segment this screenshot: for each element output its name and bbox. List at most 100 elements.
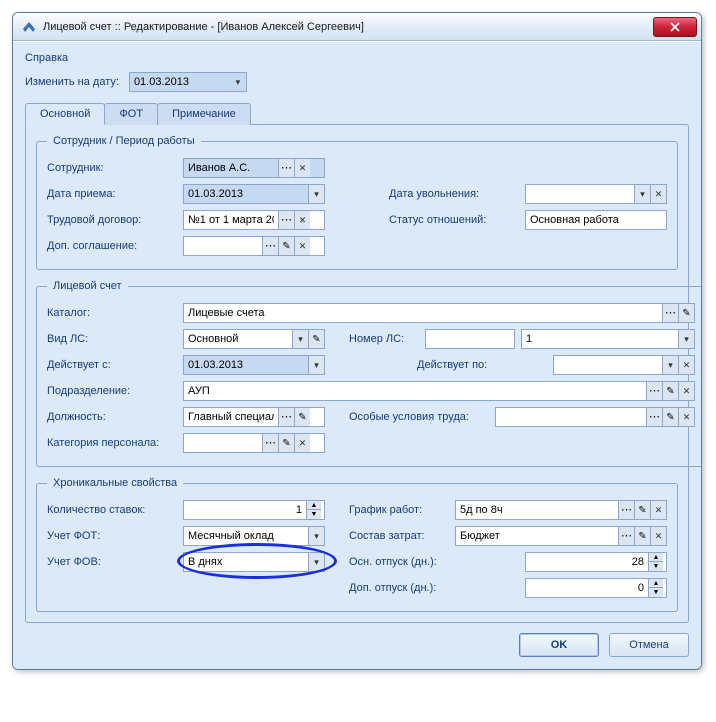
clear-icon[interactable]	[294, 237, 310, 255]
clear-icon[interactable]	[650, 501, 666, 519]
change-date-input[interactable]	[130, 73, 230, 91]
edit-icon[interactable]	[662, 382, 678, 400]
num-input-1[interactable]	[426, 330, 512, 348]
addagr-field[interactable]	[183, 236, 325, 256]
ellipsis-icon[interactable]	[618, 501, 634, 519]
clear-icon[interactable]	[294, 434, 310, 452]
ok-button[interactable]: OK	[519, 633, 599, 657]
chevron-down-icon[interactable]	[634, 185, 650, 203]
chevron-down-icon[interactable]	[678, 330, 694, 348]
hire-date-field[interactable]	[183, 184, 325, 204]
rates-input[interactable]	[184, 501, 306, 519]
edit-icon[interactable]	[634, 501, 650, 519]
fov-field[interactable]	[183, 552, 325, 572]
close-button[interactable]	[653, 17, 697, 37]
edit-icon[interactable]	[278, 434, 294, 452]
edit-icon[interactable]	[678, 304, 694, 322]
menu-help[interactable]: Справка	[25, 50, 689, 72]
dept-field[interactable]	[183, 381, 695, 401]
fov-input[interactable]	[184, 553, 308, 571]
cat-input[interactable]	[184, 434, 262, 452]
clear-icon[interactable]	[294, 211, 310, 229]
num-field-1[interactable]	[425, 329, 515, 349]
ellipsis-icon[interactable]	[646, 382, 662, 400]
spin-up-icon: ▲	[649, 553, 663, 562]
to-input[interactable]	[554, 356, 662, 374]
ellipsis-icon[interactable]	[262, 434, 278, 452]
num-label: Номер ЛС:	[349, 333, 419, 345]
cost-field[interactable]	[455, 526, 667, 546]
vac-input[interactable]	[526, 553, 648, 571]
ellipsis-icon[interactable]	[646, 408, 662, 426]
chevron-down-icon[interactable]	[292, 330, 308, 348]
contract-input[interactable]	[184, 211, 278, 229]
edit-icon[interactable]	[634, 527, 650, 545]
dept-input[interactable]	[184, 382, 646, 400]
window-title: Лицевой счет :: Редактирование - [Иванов…	[43, 21, 653, 33]
chevron-down-icon[interactable]	[308, 553, 324, 571]
spinner[interactable]: ▲▼	[648, 579, 663, 597]
cond-field[interactable]	[495, 407, 695, 427]
from-input[interactable]	[184, 356, 308, 374]
hire-date-input[interactable]	[184, 185, 308, 203]
ellipsis-icon[interactable]	[278, 159, 294, 177]
tab-note[interactable]: Примечание	[157, 103, 251, 125]
chevron-down-icon[interactable]	[662, 356, 678, 374]
chevron-down-icon[interactable]	[230, 73, 246, 91]
rates-field[interactable]: ▲▼	[183, 500, 325, 520]
tab-main[interactable]: Основной	[25, 103, 105, 125]
ellipsis-icon[interactable]	[262, 237, 278, 255]
type-input[interactable]	[184, 330, 292, 348]
num-field-2[interactable]	[521, 329, 695, 349]
cost-input[interactable]	[456, 527, 618, 545]
clear-icon[interactable]	[678, 356, 694, 374]
cond-input[interactable]	[496, 408, 646, 426]
clear-icon[interactable]	[650, 527, 666, 545]
fire-date-field[interactable]	[525, 184, 667, 204]
from-field[interactable]	[183, 355, 325, 375]
edit-icon[interactable]	[278, 237, 294, 255]
edit-icon[interactable]	[294, 408, 310, 426]
employee-input[interactable]	[184, 159, 278, 177]
fire-date-input[interactable]	[526, 185, 634, 203]
fire-date-label: Дата увольнения:	[389, 188, 519, 200]
spinner[interactable]: ▲▼	[648, 553, 663, 571]
edit-icon[interactable]	[662, 408, 678, 426]
type-field[interactable]	[183, 329, 325, 349]
cancel-button[interactable]: Отмена	[609, 633, 689, 657]
catalog-input[interactable]	[184, 304, 662, 322]
pos-field[interactable]	[183, 407, 325, 427]
spin-up-icon: ▲	[649, 579, 663, 588]
addvac-field[interactable]: ▲▼	[525, 578, 667, 598]
chevron-down-icon[interactable]	[308, 527, 324, 545]
clear-icon[interactable]	[678, 408, 694, 426]
addvac-input[interactable]	[526, 579, 648, 597]
vac-field[interactable]: ▲▼	[525, 552, 667, 572]
spinner[interactable]: ▲▼	[306, 501, 321, 519]
change-date-field[interactable]	[129, 72, 247, 92]
chevron-down-icon[interactable]	[308, 356, 324, 374]
ellipsis-icon[interactable]	[278, 408, 294, 426]
tab-fot[interactable]: ФОТ	[104, 103, 158, 125]
employee-field[interactable]	[183, 158, 325, 178]
chevron-down-icon[interactable]	[308, 185, 324, 203]
to-field[interactable]	[553, 355, 695, 375]
clear-icon[interactable]	[650, 185, 666, 203]
cat-field[interactable]	[183, 433, 325, 453]
catalog-label: Каталог:	[47, 307, 177, 319]
pos-input[interactable]	[184, 408, 278, 426]
ellipsis-icon[interactable]	[618, 527, 634, 545]
clear-icon[interactable]	[294, 159, 310, 177]
fot-field[interactable]	[183, 526, 325, 546]
ellipsis-icon[interactable]	[278, 211, 294, 229]
sched-field[interactable]	[455, 500, 667, 520]
contract-field[interactable]	[183, 210, 325, 230]
edit-icon[interactable]	[308, 330, 324, 348]
num-input-2[interactable]	[522, 330, 678, 348]
ellipsis-icon[interactable]	[662, 304, 678, 322]
catalog-field[interactable]	[183, 303, 695, 323]
fot-input[interactable]	[184, 527, 308, 545]
clear-icon[interactable]	[678, 382, 694, 400]
sched-input[interactable]	[456, 501, 618, 519]
addagr-input[interactable]	[184, 237, 262, 255]
